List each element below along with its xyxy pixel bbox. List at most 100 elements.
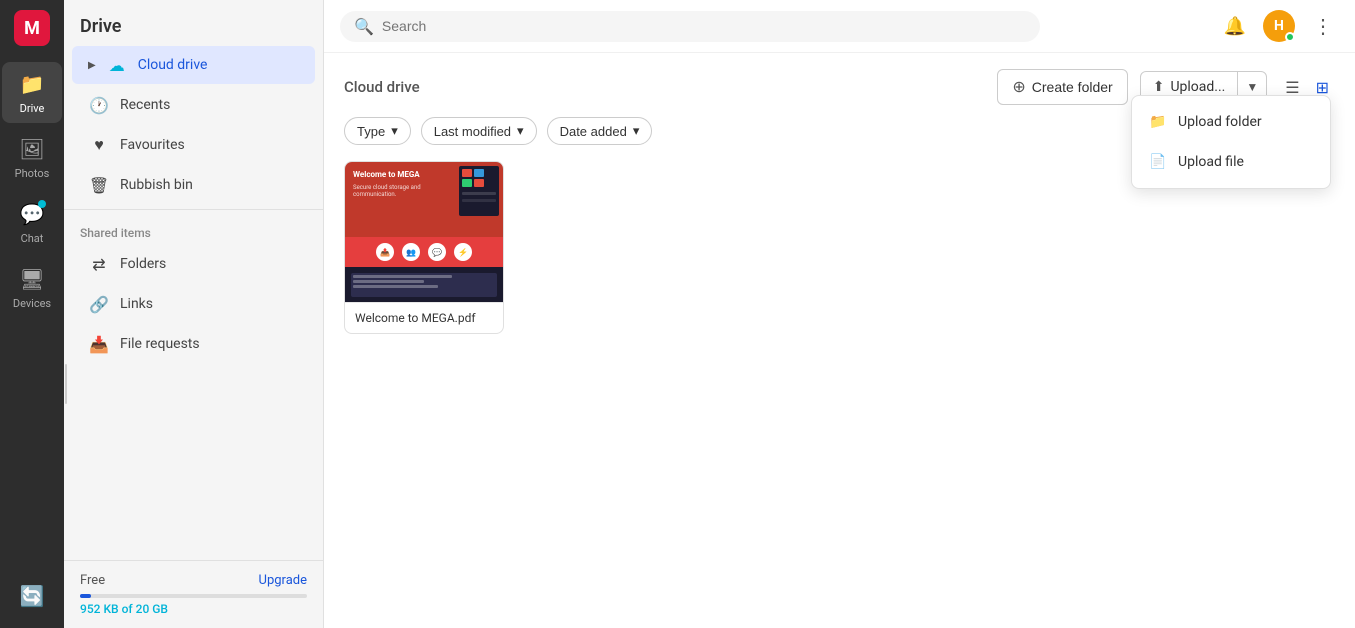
more-options-icon[interactable]: ⋮	[1307, 10, 1339, 42]
create-folder-icon: ⊕	[1012, 77, 1025, 97]
sidebar-divider	[64, 209, 323, 210]
chat-notification-dot	[38, 200, 46, 208]
sidebar-item-rubbish[interactable]: 🗑 Rubbish bin	[72, 166, 315, 204]
nav-item-drive-label: Drive	[20, 102, 45, 115]
filter-type-chevron: ▾	[391, 123, 398, 139]
filter-type-button[interactable]: Type ▾	[344, 117, 411, 145]
sidebar-item-file-requests-label: File requests	[120, 336, 200, 352]
recents-icon: 🕐	[88, 94, 110, 116]
file-thumbnail: Welcome to MEGA Secure cloud storage and…	[345, 162, 503, 302]
nav-item-devices-label: Devices	[13, 297, 51, 310]
pdf-feature-icon-1: 📤	[376, 243, 394, 261]
nav-item-devices[interactable]: 🖥 Devices	[2, 257, 62, 318]
nav-item-chat[interactable]: 💬 Chat	[2, 192, 62, 253]
favourites-icon: ♥	[88, 134, 110, 156]
pdf-icon-1	[462, 169, 472, 177]
nav-bottom: 🔄	[2, 574, 62, 618]
create-folder-button[interactable]: ⊕ Create folder	[997, 69, 1127, 105]
chevron-right-icon: ▶	[88, 60, 96, 71]
filter-date-added-label: Date added	[560, 124, 627, 139]
search-input[interactable]	[382, 18, 1026, 34]
pdf-icon-2	[474, 169, 484, 177]
pdf-icon-3	[462, 179, 472, 187]
links-icon: 🔗	[88, 293, 110, 315]
nav-item-photos[interactable]: 🖼 Photos	[2, 127, 62, 188]
upload-file-item[interactable]: 📄 Upload file	[1132, 142, 1330, 182]
filter-type-label: Type	[357, 124, 385, 139]
storage-label-row: Free Upgrade	[80, 573, 307, 588]
pdf-device-row-2	[462, 179, 496, 187]
upload-dropdown: 📁 Upload folder 📄 Upload file	[1131, 95, 1331, 189]
search-box[interactable]: 🔍	[340, 11, 1040, 42]
filter-date-added-button[interactable]: Date added ▾	[547, 117, 653, 145]
pdf-main-title: Welcome to MEGA	[353, 170, 431, 180]
shared-section-label: Shared items	[64, 214, 323, 244]
nav-item-drive[interactable]: 📁 Drive	[2, 62, 62, 123]
chat-icon: 💬	[18, 200, 46, 228]
file-name: Welcome to MEGA.pdf	[345, 302, 503, 333]
sidebar-item-folders[interactable]: ⇄ Folders	[72, 245, 315, 283]
upload-folder-label: Upload folder	[1178, 114, 1262, 130]
sidebar-item-cloud-drive-label: Cloud drive	[138, 57, 208, 73]
filter-last-modified-label: Last modified	[434, 124, 511, 139]
pdf-device-mockup	[459, 166, 499, 216]
storage-used-amount: 952 KB	[80, 602, 119, 616]
storage-free-label: Free	[80, 573, 105, 588]
storage-bar-fill	[80, 594, 91, 598]
pdf-screen-mockup	[351, 273, 497, 297]
sidebar-item-cloud-drive[interactable]: ▶ ☁ Cloud drive	[72, 46, 315, 84]
sidebar-item-folders-label: Folders	[120, 256, 166, 272]
sidebar-item-favourites-label: Favourites	[120, 137, 185, 153]
pdf-top-section: Welcome to MEGA Secure cloud storage and…	[345, 162, 503, 237]
sidebar-footer: Free Upgrade 952 KB of 20 GB	[64, 560, 323, 628]
drive-icon: 📁	[18, 70, 46, 98]
notifications-icon[interactable]: 🔔	[1219, 10, 1251, 42]
nav-item-photos-label: Photos	[15, 167, 50, 180]
pdf-text-line-2	[353, 280, 424, 283]
pdf-text-line-1	[353, 275, 452, 278]
filter-last-modified-button[interactable]: Last modified ▾	[421, 117, 537, 145]
topbar-icons: 🔔 H ⋮	[1219, 10, 1339, 42]
sidebar-item-links-label: Links	[120, 296, 153, 312]
shared-folders-icon: ⇄	[88, 253, 110, 275]
pdf-text-lines	[353, 275, 495, 288]
pdf-middle-section: 📤 👥 💬 ⚡	[345, 237, 503, 267]
cloud-drive-icon: ☁	[106, 54, 128, 76]
upload-label: Upload...	[1170, 79, 1225, 95]
sidebar-item-recents[interactable]: 🕐 Recents	[72, 86, 315, 124]
pdf-device-row-1	[462, 169, 496, 177]
pdf-feature-icon-2: 👥	[402, 243, 420, 261]
rubbish-bin-icon: 🗑	[88, 174, 110, 196]
sidebar-item-links[interactable]: 🔗 Links	[72, 285, 315, 323]
breadcrumb: Cloud drive	[344, 78, 420, 96]
sidebar-item-file-requests[interactable]: 📥 File requests	[72, 325, 315, 363]
mega-logo[interactable]: M	[14, 10, 50, 46]
sidebar: Drive ▶ ☁ Cloud drive 🕐 Recents ♥ Favour…	[64, 0, 324, 628]
sidebar-title: Drive	[64, 0, 323, 45]
create-folder-label: Create folder	[1032, 79, 1113, 95]
user-avatar[interactable]: H	[1263, 10, 1295, 42]
file-requests-icon: 📥	[88, 333, 110, 355]
sidebar-item-favourites[interactable]: ♥ Favourites	[72, 126, 315, 164]
filter-date-added-chevron: ▾	[633, 123, 640, 139]
online-status-dot	[1285, 32, 1295, 42]
upload-file-icon: 📄	[1148, 152, 1168, 172]
nav-item-backup[interactable]: 🔄	[2, 574, 62, 618]
devices-icon: 🖥	[18, 265, 46, 293]
sidebar-resize-handle[interactable]	[64, 364, 68, 404]
search-icon: 🔍	[354, 17, 374, 36]
pdf-icon-4	[474, 179, 484, 187]
upgrade-link[interactable]: Upgrade	[259, 573, 307, 588]
upload-icon: ⬆	[1153, 79, 1165, 95]
pdf-feature-icon-3: 💬	[428, 243, 446, 261]
sidebar-item-rubbish-label: Rubbish bin	[120, 177, 193, 193]
pdf-thumbnail: Welcome to MEGA Secure cloud storage and…	[345, 162, 503, 302]
pdf-text-line-3	[353, 285, 438, 288]
storage-used-suffix: of 20 GB	[119, 602, 168, 616]
pdf-subtitle: Secure cloud storage and communication.	[353, 184, 431, 198]
upload-folder-item[interactable]: 📁 Upload folder	[1132, 102, 1330, 142]
pdf-feature-icon-4: ⚡	[454, 243, 472, 261]
upload-file-label: Upload file	[1178, 154, 1244, 170]
pdf-bottom-section	[345, 267, 503, 302]
file-card[interactable]: Welcome to MEGA Secure cloud storage and…	[344, 161, 504, 334]
